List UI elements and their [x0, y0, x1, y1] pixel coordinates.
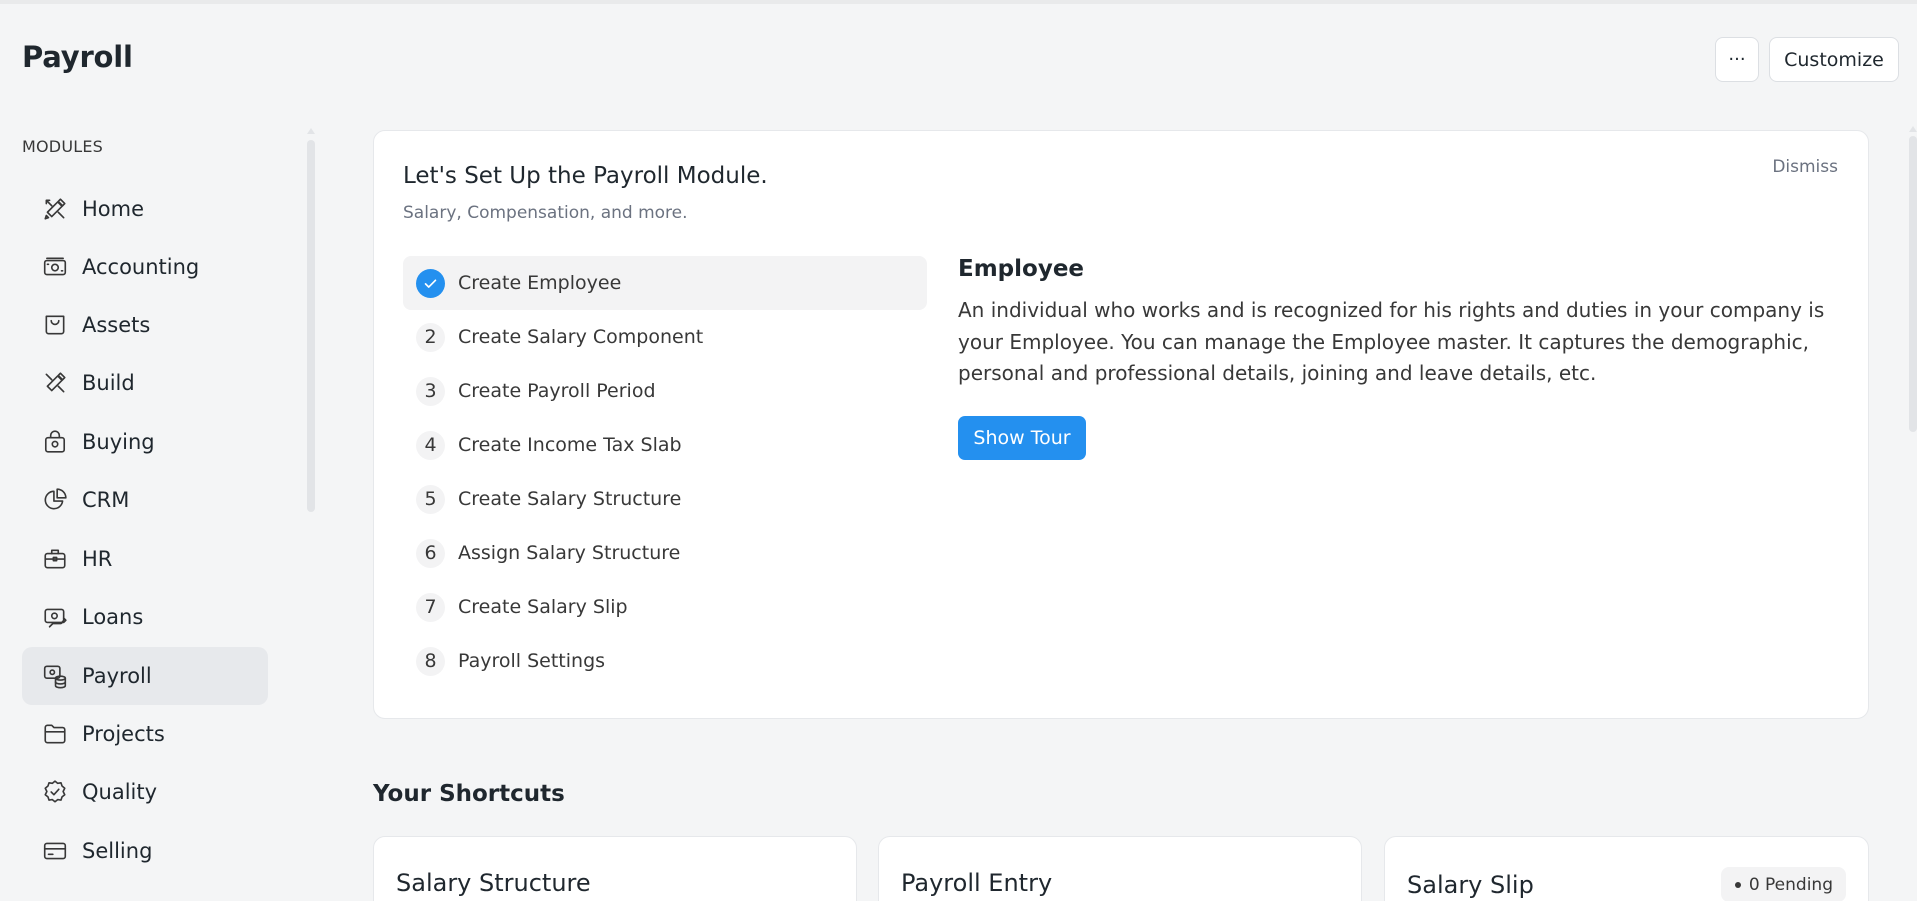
sidebar-item-label: HR	[82, 547, 113, 571]
top-border	[0, 0, 1917, 4]
show-tour-button[interactable]: Show Tour	[958, 416, 1086, 460]
shortcut-payroll-entry[interactable]: Payroll Entry	[878, 836, 1362, 901]
loan-icon	[41, 603, 69, 631]
step-create-income-tax-slab[interactable]: 4 Create Income Tax Slab	[403, 418, 927, 472]
onboarding-title: Let's Set Up the Payroll Module.	[403, 163, 768, 189]
check-icon	[416, 268, 445, 298]
step-number: 5	[416, 484, 445, 514]
tools-icon	[41, 195, 69, 223]
step-create-payroll-period[interactable]: 3 Create Payroll Period	[403, 364, 927, 418]
sidebar-item-accounting[interactable]: Accounting	[22, 238, 268, 296]
sidebar-item-label: Buying	[82, 430, 155, 454]
onboarding-subtitle: Salary, Compensation, and more.	[403, 203, 688, 223]
page-title: Payroll	[22, 40, 133, 74]
step-number: 7	[416, 592, 445, 622]
modules-section-label: MODULES	[22, 137, 104, 156]
step-label: Create Income Tax Slab	[458, 434, 682, 456]
sidebar-item-assets[interactable]: Assets	[22, 296, 268, 354]
sidebar-item-quality[interactable]: Quality	[22, 763, 268, 821]
step-assign-salary-structure[interactable]: 6 Assign Salary Structure	[403, 526, 927, 580]
basket-icon	[41, 428, 69, 456]
sidebar-scroll-arrow[interactable]	[307, 128, 315, 134]
main-scrollbar[interactable]	[1909, 136, 1917, 432]
status-dot-icon	[1734, 881, 1741, 888]
sidebar-item-selling[interactable]: Selling	[22, 822, 268, 880]
sidebar-scrollbar[interactable]	[307, 140, 315, 512]
pending-badge: 0 Pending	[1720, 867, 1846, 901]
step-detail-description: An individual who works and is recognize…	[958, 298, 1825, 385]
folder-icon	[41, 720, 69, 748]
more-options-button[interactable]: ···	[1715, 37, 1759, 82]
sidebar-item-label: Accounting	[82, 255, 200, 279]
sidebar-item-label: Quality	[82, 780, 158, 804]
shortcuts-heading: Your Shortcuts	[373, 781, 565, 807]
step-detail-title: Employee	[958, 256, 1085, 282]
briefcase-icon	[41, 545, 69, 573]
sidebar-item-projects[interactable]: Projects	[22, 705, 268, 763]
step-payroll-settings[interactable]: 8 Payroll Settings	[403, 634, 927, 688]
step-label: Assign Salary Structure	[458, 542, 681, 564]
onboarding-card: Let's Set Up the Payroll Module. Salary,…	[373, 130, 1869, 719]
sidebar-item-label: Payroll	[82, 664, 152, 688]
step-label: Payroll Settings	[458, 650, 606, 672]
sidebar-item-loans[interactable]: Loans	[22, 588, 268, 646]
sidebar-item-payroll[interactable]: Payroll	[22, 647, 268, 705]
quality-badge-icon	[41, 778, 69, 806]
sidebar-item-label: Assets	[82, 313, 151, 337]
step-number: 6	[416, 538, 445, 568]
customize-button[interactable]: Customize	[1769, 37, 1899, 82]
shortcut-salary-structure[interactable]: Salary Structure	[373, 836, 857, 901]
dismiss-link[interactable]: Dismiss	[1772, 157, 1838, 177]
sidebar-item-hr[interactable]: HR	[22, 530, 268, 588]
main-scroll-arrow[interactable]	[1909, 126, 1917, 132]
sidebar-item-buying[interactable]: Buying	[22, 413, 268, 471]
pie-chart-icon	[41, 486, 69, 514]
sidebar-item-label: Build	[82, 371, 135, 395]
step-number: 3	[416, 376, 445, 406]
sidebar-item-label: CRM	[82, 488, 130, 512]
step-number: 4	[416, 430, 445, 460]
sidebar-item-label: Selling	[82, 839, 153, 863]
shortcut-label: Salary Structure	[396, 869, 591, 897]
bag-icon	[41, 311, 69, 339]
step-label: Create Employee	[458, 272, 622, 294]
shortcut-salary-slip[interactable]: Salary Slip 0 Pending	[1384, 836, 1869, 901]
money-icon	[41, 253, 69, 281]
pending-count: 0 Pending	[1748, 874, 1833, 895]
step-create-employee[interactable]: Create Employee	[403, 256, 927, 310]
card-icon	[41, 837, 69, 865]
step-create-salary-slip[interactable]: 7 Create Salary Slip	[403, 580, 927, 634]
step-number: 2	[416, 322, 445, 352]
sidebar-item-label: Loans	[82, 605, 144, 629]
sidebar-item-label: Projects	[82, 722, 165, 746]
sidebar-item-home[interactable]: Home	[22, 180, 268, 238]
step-label: Create Payroll Period	[458, 380, 656, 402]
sidebar-item-crm[interactable]: CRM	[22, 471, 268, 529]
step-label: Create Salary Slip	[458, 596, 628, 618]
step-number: 8	[416, 646, 445, 676]
sidebar-item-label: Home	[82, 197, 145, 221]
sidebar-item-build[interactable]: Build	[22, 354, 268, 412]
shortcut-label: Payroll Entry	[901, 869, 1053, 897]
tools-icon	[41, 369, 69, 397]
payroll-icon	[41, 662, 69, 690]
step-label: Create Salary Component	[458, 326, 704, 348]
step-create-salary-structure[interactable]: 5 Create Salary Structure	[403, 472, 927, 526]
step-label: Create Salary Structure	[458, 488, 682, 510]
shortcut-label: Salary Slip	[1407, 871, 1534, 899]
step-create-salary-component[interactable]: 2 Create Salary Component	[403, 310, 927, 364]
